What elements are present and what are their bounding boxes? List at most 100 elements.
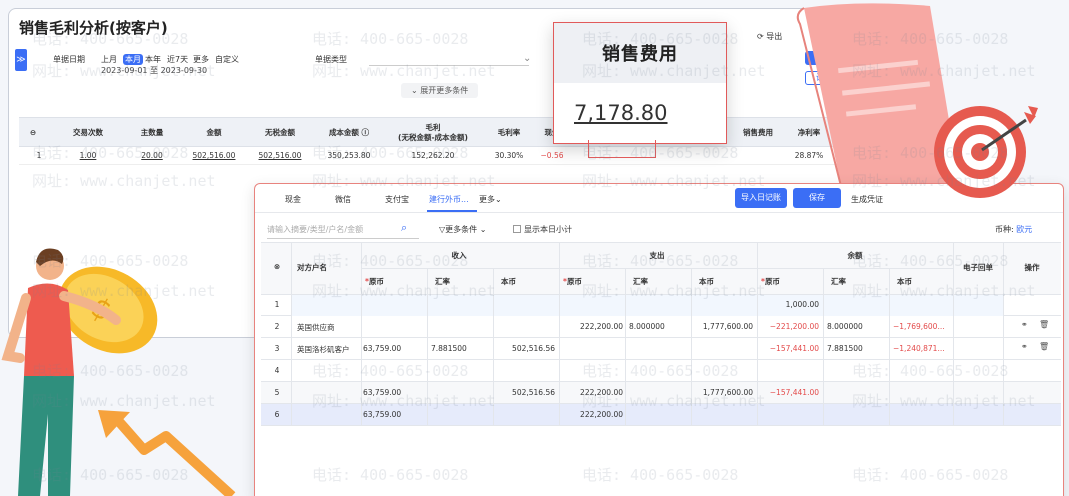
expand-conditions-button[interactable]: ⌄ 展开更多条件 [401, 83, 479, 98]
cell-no: 6 [274, 410, 280, 419]
cell-party[interactable]: 英国洛杉矶客户 [297, 344, 359, 355]
date-chip[interactable]: 上月 [101, 54, 117, 65]
cell-out-rate[interactable]: 8.000000 [629, 322, 689, 331]
sales-expense-value[interactable]: 7,178.80 [574, 101, 668, 125]
col-header-out-orig: *原币 [563, 276, 582, 287]
settings-icon[interactable]: ⊖ [19, 118, 47, 148]
settings-icon[interactable]: ⊗ [267, 262, 287, 271]
amount-cell[interactable]: 502,516.00 [185, 147, 243, 165]
export-button[interactable]: ⟳ 导出 [757, 31, 782, 42]
chevron-down-icon[interactable]: ⌄ [523, 53, 531, 64]
show-subtotal-checkbox[interactable]: 显示本日小计 [513, 224, 572, 235]
col-header-party: 对方户名 [297, 263, 327, 272]
col-header: 金额 [206, 128, 222, 137]
tab-alipay[interactable]: 支付宝 [385, 194, 409, 205]
col-header: 无税金额 [265, 128, 295, 137]
cell-party[interactable]: 英国供应商 [297, 322, 359, 333]
cell-in-local[interactable]: 502,516.56 [495, 388, 555, 397]
col-header-bal-rate: 汇率 [831, 277, 846, 286]
search-input[interactable]: 请输入摘要/类型/户名/金额 [267, 224, 363, 235]
date-chip[interactable]: 自定义 [215, 54, 239, 65]
cell-bal-orig[interactable]: 1,000.00 [759, 300, 819, 309]
cell-in-rate[interactable]: 7.881500 [431, 344, 491, 353]
trend-arrow-icon [98, 410, 236, 496]
expand-label: 展开更多条件 [420, 86, 469, 95]
cell-no: 4 [274, 366, 280, 375]
tab-more-label: 更多 [479, 195, 495, 204]
sales-expense-callout: 销售费用 7,178.80 [553, 22, 727, 144]
tab-ccb-foreign[interactable]: 建行外币... [429, 194, 469, 205]
show-subtotal-label: 显示本日小计 [524, 225, 572, 234]
journal-window: 现金 微信 支付宝 建行外币... 更多⌄ 导入日记账 保存 生成凭证 请输入摘… [254, 183, 1064, 496]
sidebar-toggle-button[interactable]: ≫ [15, 49, 27, 71]
table-row[interactable] [261, 360, 1061, 382]
table-row: 1 1.00 20.00 502,516.00 502,516.00 350,2… [19, 147, 839, 165]
checkbox-icon [513, 225, 521, 233]
group-header-income: 收入 [451, 251, 467, 260]
cell-bal-orig[interactable]: −157,441.00 [759, 388, 819, 397]
date-chip[interactable]: 近7天 [167, 54, 188, 65]
generate-voucher-button[interactable]: 生成凭证 [851, 194, 883, 205]
cell-in-orig[interactable]: 63,759.00 [363, 344, 425, 353]
tab-wechat[interactable]: 微信 [335, 194, 351, 205]
delete-icon[interactable]: 🗑 [1039, 320, 1049, 329]
save-button[interactable]: 保存 [793, 188, 841, 208]
cell-in-orig[interactable]: 63,759.00 [363, 410, 425, 419]
cell-in-orig[interactable]: 63,759.00 [363, 388, 425, 397]
chevron-down-icon: ⌄ [411, 86, 421, 95]
cell-no: 2 [274, 322, 280, 331]
link-icon[interactable]: ⚭ [1021, 342, 1028, 351]
cost-cell: 350,253.80 [327, 151, 371, 160]
currency-selector[interactable]: 币种: 欧元 [995, 224, 1032, 235]
more-conditions-button[interactable]: ▽更多条件 ⌄ [439, 224, 486, 235]
col-header: 毛利 (无税金额-成本金额) [398, 123, 468, 142]
cell-bal-rate[interactable]: 8.000000 [827, 322, 887, 331]
divider [255, 212, 1063, 213]
cell-bal-rate[interactable]: 7.881500 [827, 344, 887, 353]
delete-icon[interactable]: 🗑 [1039, 342, 1049, 351]
cell-out-local[interactable]: 1,777,600.00 [693, 322, 753, 331]
cell-bal-orig[interactable]: −157,441.00 [759, 344, 819, 353]
cell-out-local[interactable]: 1,777,600.00 [693, 388, 753, 397]
search-icon[interactable]: ⌕ [401, 221, 407, 235]
col-header: 成本金额 ⓘ [328, 128, 370, 137]
margin-cell: 30.30% [494, 151, 524, 160]
col-header: 主数量 [140, 128, 164, 137]
row-highlight [291, 294, 1003, 316]
tab-more[interactable]: 更多⌄ [479, 194, 502, 205]
currency-value[interactable]: 欧元 [1016, 225, 1032, 234]
cash-cell: −0.56 [540, 151, 564, 160]
date-chip[interactable]: 本年 [145, 54, 161, 65]
link-icon[interactable]: ⚭ [1021, 320, 1028, 329]
col-header-in-local: 本币 [501, 277, 516, 286]
col-header-edoc: 电子回单 [963, 263, 993, 272]
cell-in-local[interactable]: 502,516.56 [495, 344, 555, 353]
cell-no: 1 [274, 300, 280, 309]
col-header-label: 原币 [764, 277, 780, 286]
doc-type-select[interactable] [369, 65, 529, 66]
import-journal-button[interactable]: 导入日记账 [735, 188, 787, 208]
cell-bal-orig[interactable]: −221,200.00 [759, 322, 819, 331]
date-range: 2023-09-01 至 2023-09-30 [101, 66, 208, 75]
cell-bal-local[interactable]: −1,240,871... [893, 344, 951, 353]
col-header-in-rate: 汇率 [435, 277, 450, 286]
count-cell[interactable]: 1.00 [59, 147, 117, 165]
chevron-down-icon: ⌄ [495, 195, 502, 204]
col-header: 销售费用 [743, 128, 773, 137]
col-header-out-local: 本币 [699, 277, 714, 286]
callout-title: 销售费用 [554, 23, 726, 83]
refresh-icon: ⟳ [757, 32, 767, 41]
cell-bal-local[interactable]: −1,769,600... [893, 322, 951, 331]
qty-cell[interactable]: 20.00 [123, 147, 181, 165]
date-chip[interactable]: 本月 [123, 54, 143, 65]
row-index: 1 [36, 151, 42, 160]
cell-out-orig[interactable]: 222,200.00 [561, 322, 623, 331]
target-icon [934, 106, 1038, 198]
notax-cell[interactable]: 502,516.00 [249, 147, 311, 165]
currency-label: 币种: [995, 225, 1014, 234]
date-chip[interactable]: 更多 [193, 54, 209, 65]
col-header-in-orig: *原币 [365, 276, 384, 287]
cell-out-orig[interactable]: 222,200.00 [561, 388, 623, 397]
tab-cash[interactable]: 现金 [285, 194, 301, 205]
cell-out-orig[interactable]: 222,200.00 [561, 410, 623, 419]
